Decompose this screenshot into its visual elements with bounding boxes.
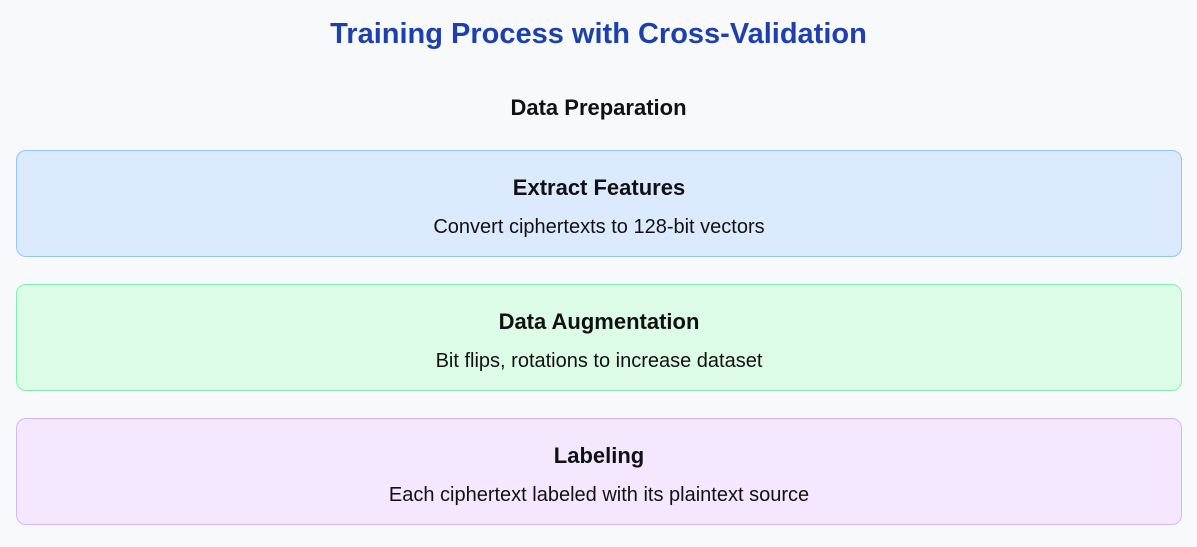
step-description: Bit flips, rotations to increase dataset [435,350,763,372]
section-title: Data Preparation [510,95,687,120]
step-description: Convert ciphertexts to 128-bit vectors [433,216,765,238]
step-card-labeling: Labeling Each ciphertext labeled with it… [16,418,1182,525]
step-description: Each ciphertext labeled with its plainte… [388,484,810,506]
step-card-data-augmentation: Data Augmentation Bit flips, rotations t… [16,284,1182,391]
step-card-extract-features: Extract Features Convert ciphertexts to … [16,150,1182,257]
step-heading: Extract Features [512,175,686,200]
step-heading: Labeling [553,443,645,468]
diagram-title: Training Process with Cross-Validation [330,18,867,50]
step-heading: Data Augmentation [498,309,700,334]
